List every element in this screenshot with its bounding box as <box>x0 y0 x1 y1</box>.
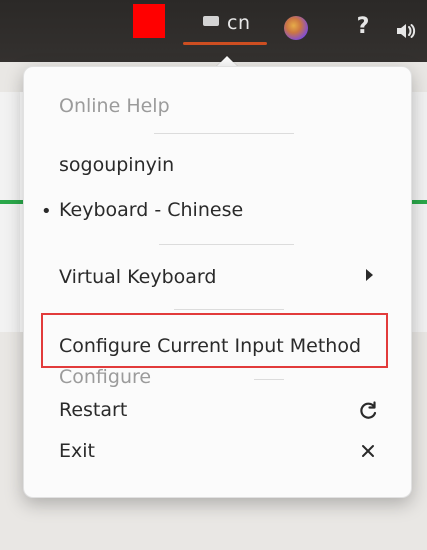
menu-item-label-keyboard-chinese: Keyboard - Chinese <box>59 199 244 221</box>
menu-separator-4 <box>254 379 284 380</box>
menu-separator-2 <box>159 244 294 245</box>
menu-item-label-virtual-keyboard: Virtual Keyboard <box>59 266 217 288</box>
red-marker <box>133 4 165 38</box>
restart-icon <box>355 397 381 423</box>
menu-item-virtual-keyboard[interactable]: Virtual Keyboard <box>59 260 381 294</box>
highlight-box <box>41 313 388 368</box>
question-mark-icon[interactable]: ? <box>350 14 376 40</box>
close-icon <box>355 438 381 464</box>
menu-item-sogoupinyin[interactable]: sogoupinyin <box>59 148 381 182</box>
menu-separator-1 <box>154 133 294 134</box>
input-method-menu: Online Help sogoupinyin • Keyboard - Chi… <box>23 66 412 498</box>
input-method-indicator[interactable]: cn <box>183 10 267 46</box>
menu-item-label-restart: Restart <box>59 399 128 421</box>
menu-item-exit[interactable]: Exit <box>59 434 381 468</box>
selected-bullet: • <box>41 201 52 222</box>
active-underline <box>183 42 267 45</box>
app-circle-icon[interactable] <box>284 16 308 40</box>
menu-item-restart[interactable]: Restart <box>59 393 381 427</box>
chevron-right-icon <box>366 269 373 281</box>
menu-item-keyboard-chinese[interactable]: • Keyboard - Chinese <box>41 193 381 227</box>
menu-item-label-online-help: Online Help <box>59 95 170 117</box>
background-left-strip <box>0 92 20 332</box>
input-method-label: cn <box>227 12 251 34</box>
menu-item-label-sogoupinyin: sogoupinyin <box>59 154 175 176</box>
menu-item-online-help[interactable]: Online Help <box>59 89 381 123</box>
menu-separator-3 <box>174 309 284 310</box>
menu-item-label-configure: Configure <box>59 366 152 388</box>
top-panel: cn ? <box>0 0 427 62</box>
menu-item-label-exit: Exit <box>59 440 95 462</box>
keyboard-icon <box>203 16 219 26</box>
volume-icon[interactable] <box>393 18 419 44</box>
